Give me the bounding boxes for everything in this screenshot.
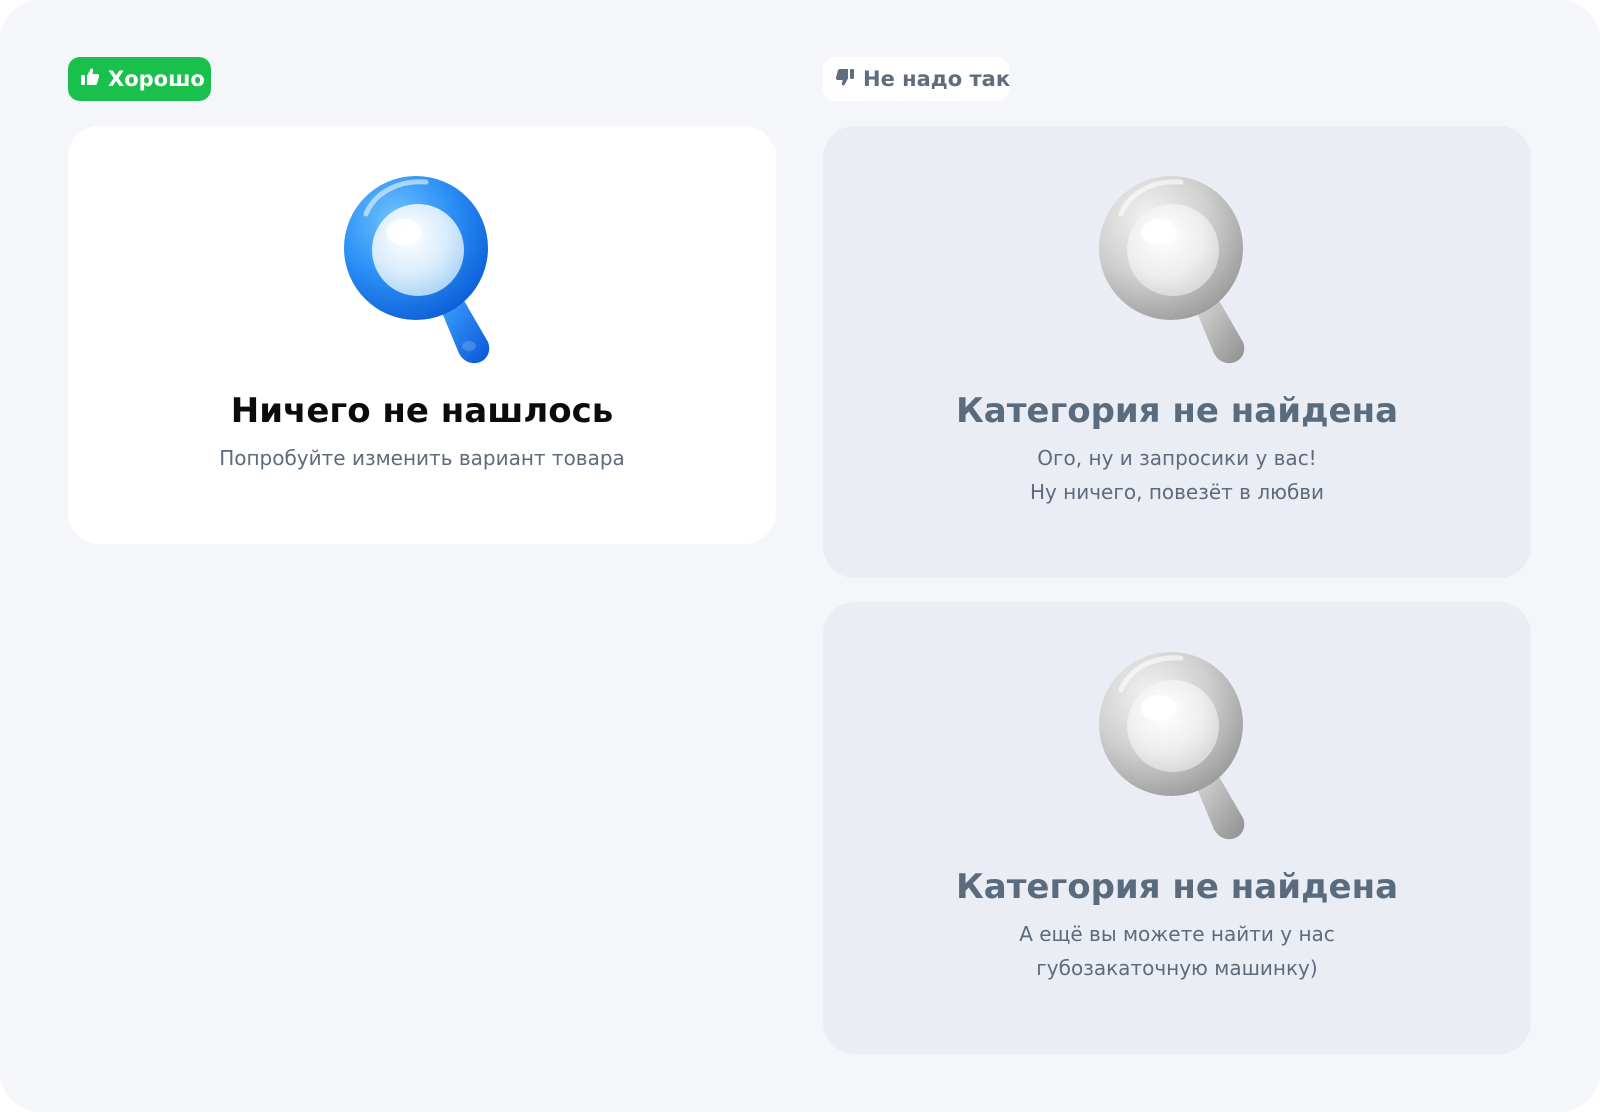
- bad-card-1-text-line-1: Ого, ну и запросики у вас!: [1037, 446, 1317, 470]
- thumbs-up-icon: [80, 67, 100, 92]
- bad-card-2-text-line-2: губозакаточную машинку): [1036, 956, 1318, 980]
- good-card-text-line: Попробуйте изменить вариант товара: [219, 446, 625, 470]
- comparison-board: Хорошо Не надо так Ничего не нашлось Поп…: [0, 0, 1600, 1112]
- good-card-description: Попробуйте изменить вариант товара: [219, 441, 625, 475]
- bad-card-2-description: А ещё вы можете найти у нас губозакаточн…: [1019, 917, 1335, 985]
- bad-card-1-description: Ого, ну и запросики у вас! Ну ничего, по…: [1030, 441, 1324, 509]
- magnifier-gray-icon: [1099, 176, 1245, 364]
- bad-empty-state-card-1: Категория не найдена Ого, ну и запросики…: [823, 126, 1531, 578]
- bad-badge-label: Не надо так: [863, 67, 1011, 91]
- good-example-badge: Хорошо: [68, 57, 211, 101]
- magnifier-gray-icon: [1099, 652, 1245, 840]
- good-empty-state-card: Ничего не нашлось Попробуйте изменить ва…: [68, 126, 776, 544]
- good-badge-label: Хорошо: [108, 67, 205, 91]
- bad-card-2-title: Категория не найдена: [955, 867, 1399, 907]
- bad-card-1-title: Категория не найдена: [955, 391, 1399, 431]
- bad-empty-state-card-2: Категория не найдена А ещё вы можете най…: [823, 602, 1531, 1054]
- bad-example-badge: Не надо так: [823, 57, 1011, 101]
- bad-card-1-text-line-2: Ну ничего, повезёт в любви: [1029, 480, 1325, 504]
- thumbs-down-icon: [835, 67, 855, 92]
- magnifier-blue-icon: [344, 176, 490, 364]
- bad-card-2-text-line-1: А ещё вы можете найти у нас: [1019, 922, 1335, 946]
- good-card-title: Ничего не нашлось: [230, 391, 614, 431]
